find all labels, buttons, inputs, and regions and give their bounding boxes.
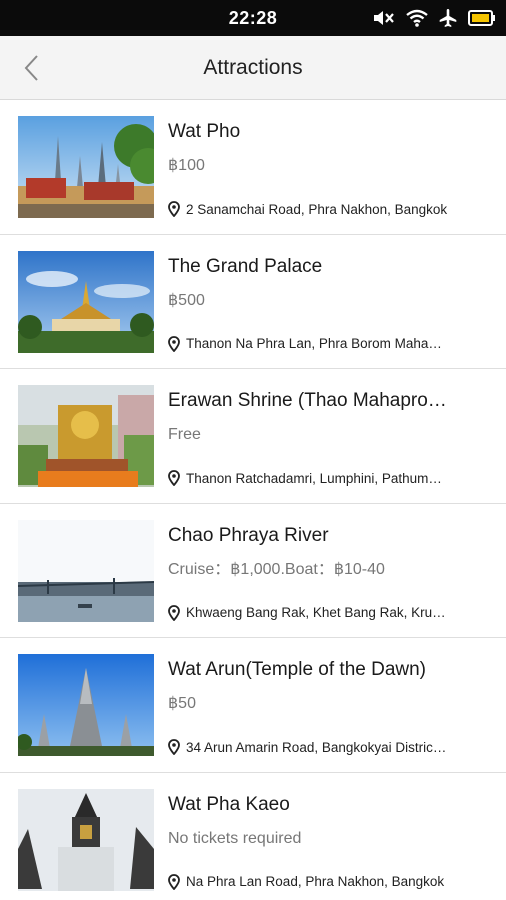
location-pin-icon: [168, 201, 180, 217]
mute-icon: [372, 8, 396, 28]
attraction-price: ฿500: [168, 291, 205, 309]
attractions-list: Wat Pho ฿100 2 Sanamchai Road, Phra Nakh…: [0, 100, 506, 900]
attraction-name: The Grand Palace: [168, 255, 323, 276]
page-title: Attractions: [203, 55, 303, 79]
status-time: 22:28: [228, 7, 278, 28]
status-bar: 22:28: [0, 0, 506, 36]
airplane-icon: [438, 8, 458, 28]
attraction-price: No tickets required: [168, 829, 302, 847]
location-pin-icon: [168, 335, 180, 352]
attraction-item[interactable]: Wat Pha Kaeo No tickets required Na Phra…: [0, 773, 506, 900]
attraction-photo: [18, 788, 154, 891]
attraction-address-text: Khwaeng Bang Rak, Khet Bang Rak, Kru…: [186, 605, 446, 620]
attraction-photo: [18, 250, 154, 353]
attraction-name: Chao Phraya River: [168, 524, 329, 545]
attraction-name: Wat Pha Kaeo: [168, 793, 290, 814]
attraction-address-text: Thanon Ratchadamri, Lumphini, Pathum…: [186, 470, 442, 486]
location-pin-icon: [168, 739, 180, 755]
battery-icon: [468, 9, 496, 27]
attraction-item[interactable]: Erawan Shrine (Thao Mahapro… Free Thanon…: [0, 369, 506, 504]
location-pin-icon: [168, 873, 180, 890]
attraction-name: Wat Arun(Temple of the Dawn): [168, 659, 427, 679]
attraction-item[interactable]: Chao Phraya River Cruise：฿1,000.Boat：฿10…: [0, 504, 506, 638]
attraction-address-text: 2 Sanamchai Road, Phra Nakhon, Bangkok: [186, 201, 448, 217]
location-pin-icon: [168, 604, 180, 621]
attraction-item[interactable]: Wat Pho ฿100 2 Sanamchai Road, Phra Nakh…: [0, 100, 506, 235]
attraction-address: 34 Arun Amarin Road, Bangkokyai Distric…: [168, 739, 490, 755]
attraction-address-text: Na Phra Lan Road, Phra Nakhon, Bangkok: [186, 874, 445, 889]
attraction-photo: [18, 519, 154, 622]
attraction-photo: [18, 116, 154, 218]
back-button[interactable]: [14, 50, 50, 86]
attraction-price: ฿100: [168, 157, 205, 174]
attraction-address-text: Thanon Na Phra Lan, Phra Borom Maha…: [186, 336, 442, 351]
attraction-price: Cruise：฿1,000.Boat：฿10-40: [168, 560, 385, 578]
nav-bar: Attractions: [0, 36, 506, 100]
wifi-icon: [406, 8, 428, 28]
attraction-address: Khwaeng Bang Rak, Khet Bang Rak, Kru…: [168, 604, 490, 621]
attraction-address-text: 34 Arun Amarin Road, Bangkokyai Distric…: [186, 739, 447, 755]
attraction-item[interactable]: Wat Arun(Temple of the Dawn) ฿50 34 Arun…: [0, 638, 506, 773]
attraction-name: Wat Pho: [168, 121, 241, 141]
attraction-address: Na Phra Lan Road, Phra Nakhon, Bangkok: [168, 873, 490, 890]
attraction-address: Thanon Ratchadamri, Lumphini, Pathum…: [168, 470, 490, 486]
chevron-left-icon: [24, 55, 38, 81]
attraction-photo: [18, 654, 154, 756]
attraction-address: Thanon Na Phra Lan, Phra Borom Maha…: [168, 335, 490, 352]
location-pin-icon: [168, 470, 180, 486]
attraction-photo: [18, 385, 154, 487]
attraction-price: Free: [168, 426, 201, 443]
status-icons: [372, 0, 496, 36]
attraction-name: Erawan Shrine (Thao Mahapro…: [168, 390, 447, 410]
attraction-address: 2 Sanamchai Road, Phra Nakhon, Bangkok: [168, 201, 490, 217]
attraction-item[interactable]: The Grand Palace ฿500 Thanon Na Phra Lan…: [0, 235, 506, 369]
attraction-price: ฿50: [168, 695, 196, 712]
